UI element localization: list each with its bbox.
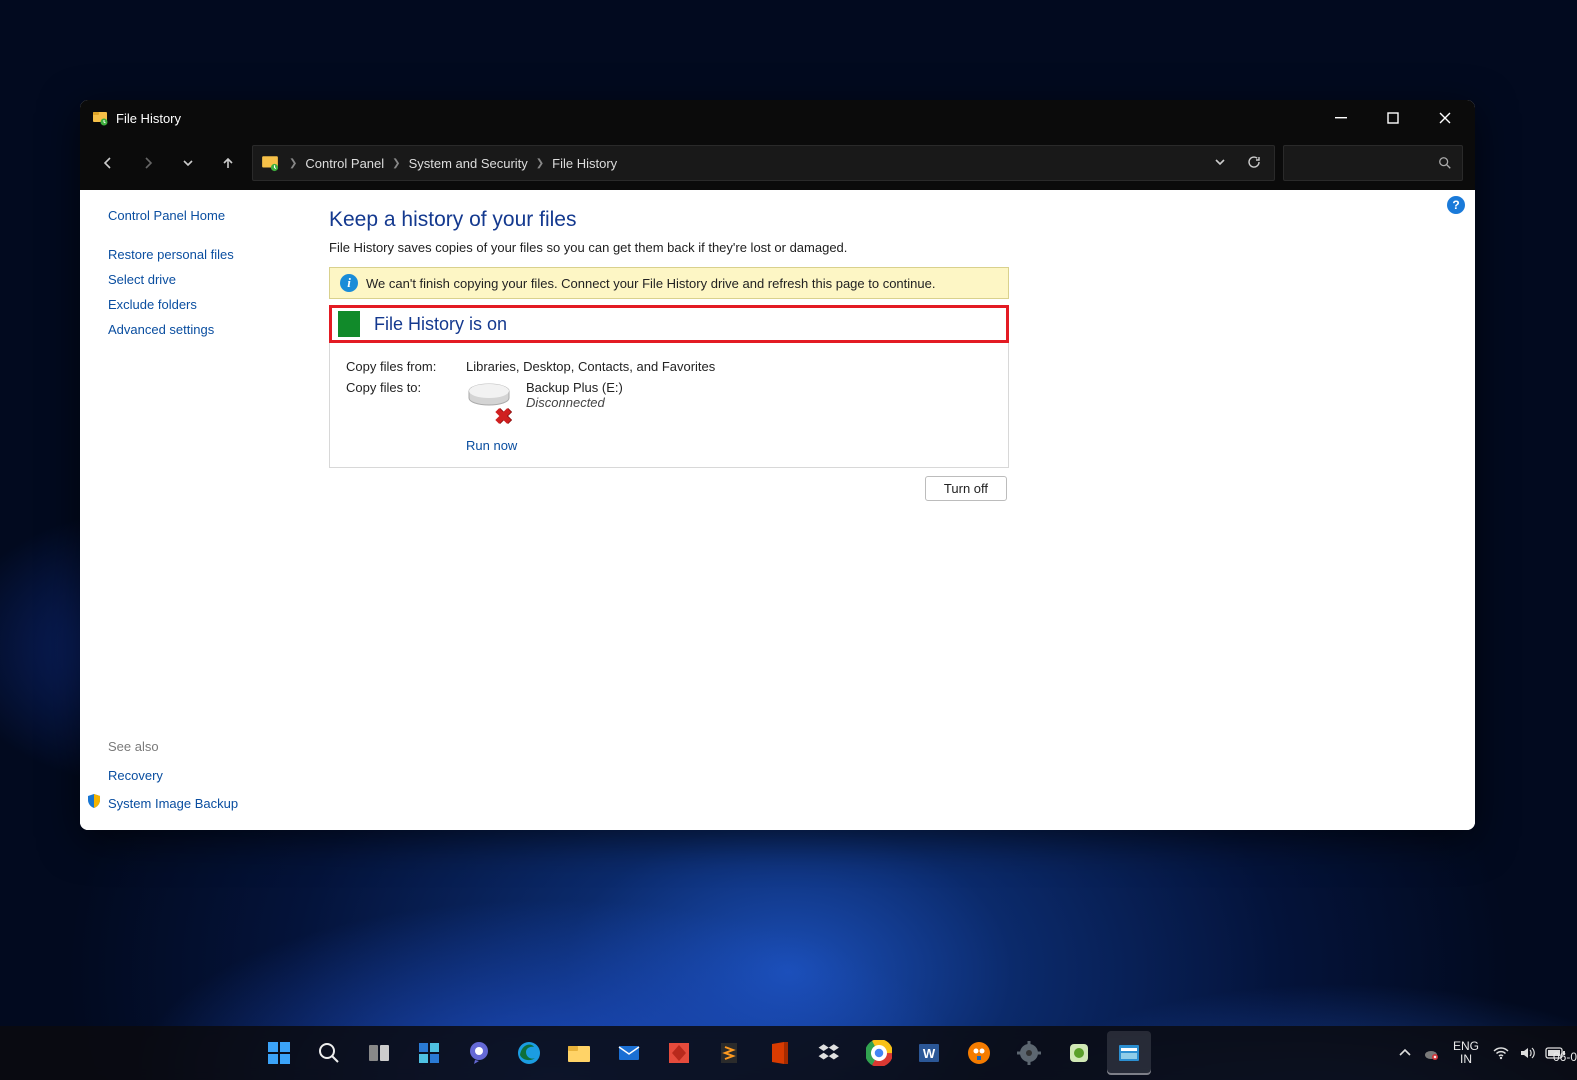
breadcrumb-item[interactable]: System and Security	[409, 156, 528, 171]
chat-button[interactable]	[457, 1031, 501, 1075]
svg-text:W: W	[923, 1046, 936, 1061]
search-icon	[1438, 156, 1452, 170]
status-box-highlighted: File History is on	[329, 305, 1009, 343]
wifi-icon[interactable]	[1493, 1045, 1509, 1061]
back-button[interactable]	[92, 147, 124, 179]
sidebar-select-drive-link[interactable]: Select drive	[108, 272, 305, 287]
minimize-button[interactable]	[1315, 100, 1367, 136]
breadcrumb-item[interactable]: File History	[552, 156, 617, 171]
drive-status: Disconnected	[526, 395, 623, 410]
task-view-button[interactable]	[357, 1031, 401, 1075]
drive-name: Backup Plus (E:)	[526, 380, 623, 395]
run-now-link[interactable]: Run now	[466, 438, 992, 453]
app-active-button[interactable]	[1107, 1031, 1151, 1075]
chevron-right-icon: ❯	[534, 158, 546, 169]
banner-text: We can't finish copying your files. Conn…	[366, 276, 935, 291]
titlebar[interactable]: File History	[80, 100, 1475, 136]
tray-chevron-up-icon[interactable]	[1397, 1045, 1413, 1061]
copy-from-value: Libraries, Desktop, Contacts, and Favori…	[466, 359, 715, 374]
app-office-button[interactable]	[757, 1031, 801, 1075]
widgets-button[interactable]	[407, 1031, 451, 1075]
address-bar[interactable]: ❯ Control Panel ❯ System and Security ❯ …	[252, 145, 1275, 181]
sidebar-restore-files-link[interactable]: Restore personal files	[108, 247, 305, 262]
status-title: File History is on	[374, 314, 507, 335]
disconnected-x-icon: ✖	[494, 404, 516, 426]
app-word-button[interactable]: W	[907, 1031, 951, 1075]
tray-onedrive-icon[interactable]	[1423, 1045, 1439, 1061]
page-subtitle: File History saves copies of your files …	[329, 240, 1449, 255]
control-panel-home-link[interactable]: Control Panel Home	[108, 208, 305, 223]
sidebar: Control Panel Home Restore personal file…	[80, 190, 305, 830]
app-orange-button[interactable]	[957, 1031, 1001, 1075]
page-title: Keep a history of your files	[329, 208, 1449, 232]
refresh-button[interactable]	[1242, 151, 1266, 175]
info-icon: i	[340, 274, 358, 292]
sidebar-exclude-folders-link[interactable]: Exclude folders	[108, 297, 305, 312]
search-button[interactable]	[307, 1031, 351, 1075]
app-settings-button[interactable]	[1007, 1031, 1051, 1075]
address-history-dropdown[interactable]	[1208, 151, 1232, 175]
chevron-right-icon: ❯	[287, 158, 299, 169]
app-icon	[92, 110, 108, 126]
app-todoist-button[interactable]	[657, 1031, 701, 1075]
language-indicator[interactable]: ENG IN	[1453, 1040, 1479, 1066]
sidebar-advanced-settings-link[interactable]: Advanced settings	[108, 322, 305, 337]
maximize-button[interactable]	[1367, 100, 1419, 136]
sidebar-recovery-link[interactable]: Recovery	[108, 768, 305, 783]
warning-banner: i We can't finish copying your files. Co…	[329, 267, 1009, 299]
breadcrumb-item[interactable]: Control Panel	[305, 156, 384, 171]
copy-from-label: Copy files from:	[346, 359, 466, 374]
edge-button[interactable]	[507, 1031, 551, 1075]
start-button[interactable]	[257, 1031, 301, 1075]
taskbar-date-partial[interactable]: 06-0	[1553, 1050, 1577, 1064]
window-title: File History	[116, 111, 1315, 126]
drive-icon: ✖	[466, 380, 512, 420]
recent-dropdown[interactable]	[172, 147, 204, 179]
turn-off-button[interactable]: Turn off	[925, 476, 1007, 501]
see-also-label: See also	[108, 739, 305, 754]
search-box[interactable]	[1283, 145, 1463, 181]
navigation-toolbar: ❯ Control Panel ❯ System and Security ❯ …	[80, 136, 1475, 190]
file-explorer-button[interactable]	[557, 1031, 601, 1075]
main-content: Keep a history of your files File Histor…	[305, 190, 1475, 830]
details-box: Copy files from: Libraries, Desktop, Con…	[329, 343, 1009, 468]
status-flag-icon	[338, 311, 360, 337]
shield-icon	[86, 793, 102, 814]
close-button[interactable]	[1419, 100, 1471, 136]
app-sublime-button[interactable]	[707, 1031, 751, 1075]
forward-button[interactable]	[132, 147, 164, 179]
up-button[interactable]	[212, 147, 244, 179]
sidebar-system-image-backup-link[interactable]: System Image Backup	[108, 796, 238, 811]
help-icon[interactable]: ?	[1447, 196, 1465, 214]
copy-to-label: Copy files to:	[346, 380, 466, 420]
mail-button[interactable]	[607, 1031, 651, 1075]
address-icon	[261, 154, 279, 172]
app-green-button[interactable]	[1057, 1031, 1101, 1075]
chevron-right-icon: ❯	[390, 158, 402, 169]
volume-icon[interactable]	[1519, 1045, 1535, 1061]
taskbar[interactable]: W ENG IN 06-0	[0, 1026, 1577, 1080]
app-dropbox-button[interactable]	[807, 1031, 851, 1075]
app-chrome-button[interactable]	[857, 1031, 901, 1075]
file-history-window: File History ❯ Control Panel ❯ System an…	[80, 100, 1475, 830]
